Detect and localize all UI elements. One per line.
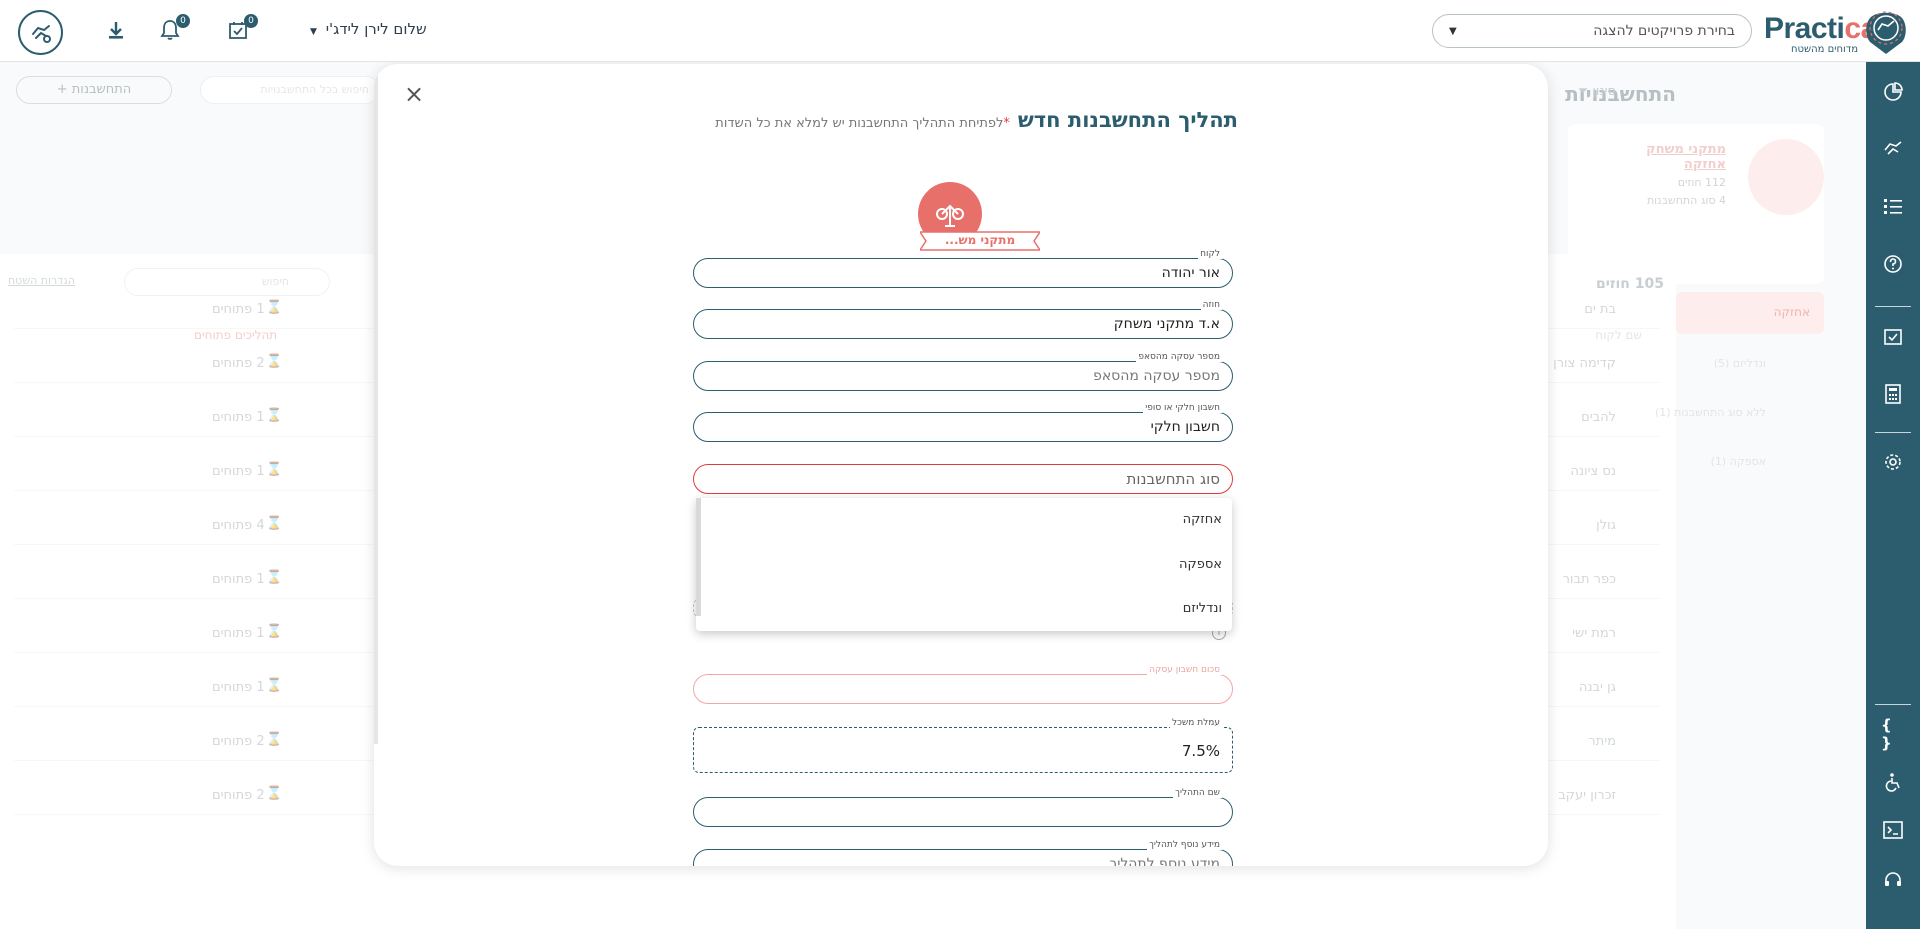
contract-value: א.ד מתקני משחק <box>1113 316 1220 332</box>
partial-final-value: חשבון חלקי <box>1150 419 1220 435</box>
practical-mark-icon <box>31 24 51 43</box>
code-braces-icon[interactable]: { } <box>1881 716 1905 752</box>
user-greeting-menu[interactable]: שלום לירן לידג'י ▼ <box>310 20 427 38</box>
modal-title: תהליך התחשבנות חדש <box>1017 108 1238 132</box>
help-question-icon[interactable] <box>1881 252 1905 276</box>
sidebar-divider <box>1875 432 1911 433</box>
process-name-field[interactable]: שם התהליך <box>693 788 1233 827</box>
playground-icon <box>936 204 964 227</box>
caret-down-icon: ▼ <box>310 27 317 37</box>
deal-number-placeholder: מספר עסקה מהסאפ <box>1093 368 1220 384</box>
contract-label: חוזה <box>1200 300 1222 310</box>
deal-amount-label: סכום חשבון עסקה <box>1147 665 1222 675</box>
user-logo-button[interactable] <box>18 10 63 55</box>
option-vandalism[interactable]: ונדליזם <box>1183 601 1222 616</box>
support-headset-icon[interactable] <box>1881 868 1905 892</box>
new-settlement-modal: × תהליך התחשבנות חדש *לפתיחת התהליך התחש… <box>374 64 1548 866</box>
calculator-icon[interactable] <box>1881 382 1905 406</box>
commission-field[interactable]: עמלת משכל 7.5% <box>693 718 1233 773</box>
customer-value: אור יהודה <box>1161 265 1220 281</box>
option-maintenance[interactable]: אחזקה <box>1183 512 1222 527</box>
download-icon[interactable] <box>102 16 130 44</box>
option-supply[interactable]: אספקה <box>1179 557 1222 572</box>
contract-field[interactable]: חוזה א.ד מתקני משחק <box>693 300 1233 339</box>
partial-final-field[interactable]: חשבון חלקי או סופי חשבון חלקי <box>693 403 1233 442</box>
settings-gear-icon[interactable] <box>1881 450 1905 474</box>
deal-number-label: מספר עסקה מהסאפ <box>1136 352 1222 362</box>
notifications-bell-icon[interactable]: 0 <box>156 14 190 44</box>
settlement-type-placeholder: סוג התחשבנות <box>1126 470 1220 488</box>
select-arrow-icon: ▼ <box>1449 25 1457 37</box>
deal-amount-field[interactable]: סכום חשבון עסקה <box>693 665 1233 704</box>
extra-info-field[interactable]: מידע נוסף לתהליך מידע נוסף לתהליך <box>693 840 1233 866</box>
avatar-label: מתקני מש... <box>944 233 1016 247</box>
practical-mark-nav-icon[interactable] <box>1881 136 1905 160</box>
accessibility-icon[interactable] <box>1881 770 1905 794</box>
notifications-badge: 0 <box>176 14 190 28</box>
customer-label: לקוח <box>1198 249 1222 259</box>
close-button[interactable]: × <box>402 82 426 106</box>
brand-tagline: מדוחים מהשטח <box>1791 44 1858 55</box>
partial-final-label: חשבון חלקי או סופי <box>1143 403 1222 413</box>
project-select-placeholder: בחירת פרויקטים להצגה <box>1593 23 1735 39</box>
list-icon[interactable] <box>1881 194 1905 218</box>
commission-label: עמלת משכל <box>1169 718 1222 728</box>
customer-field[interactable]: לקוח אור יהודה <box>693 249 1233 288</box>
modal-scrollbar[interactable] <box>374 64 378 744</box>
dashboard-pie-icon[interactable] <box>1881 80 1905 104</box>
calendar-check-icon[interactable] <box>1881 324 1905 348</box>
dropdown-scroll-edge <box>696 498 701 616</box>
settlement-type-select[interactable]: סוג התחשבנות <box>693 464 1233 494</box>
extra-info-placeholder: מידע נוסף לתהליך <box>1109 856 1220 866</box>
commission-value: 7.5% <box>1181 742 1220 760</box>
right-sidebar: { } <box>1866 62 1920 929</box>
extra-info-label: מידע נוסף לתהליך <box>1147 840 1222 850</box>
sidebar-divider <box>1875 306 1911 307</box>
tasks-calendar-icon[interactable]: 0 <box>224 14 258 44</box>
sidebar-divider <box>1875 704 1911 705</box>
modal-subtitle: *לפתיחת התהליך התחשבנות יש למלא את כל הש… <box>715 116 1010 131</box>
greeting-text: שלום לירן לידג'י <box>325 20 427 38</box>
project-select[interactable]: בחירת פרויקטים להצגה ▼ <box>1432 14 1752 48</box>
settlement-type-dropdown: אחזקה אספקה ונדליזם <box>696 498 1232 631</box>
process-name-label: שם התהליך <box>1173 788 1222 798</box>
terminal-icon[interactable] <box>1881 818 1905 842</box>
deal-number-field[interactable]: מספר עסקה מהסאפ מספר עסקה מהסאפ <box>693 352 1233 391</box>
tasks-badge: 0 <box>244 14 258 28</box>
brand-badge-icon <box>1866 11 1906 54</box>
brand-logo: Practical מדוחים מהשטח <box>1760 8 1910 58</box>
top-bar: 0 0 שלום לירן לידג'י ▼ בחירת פרויקטים לה… <box>0 0 1920 62</box>
modal-header: תהליך התחשבנות חדש *לפתיחת התהליך התחשבנ… <box>715 108 1238 132</box>
